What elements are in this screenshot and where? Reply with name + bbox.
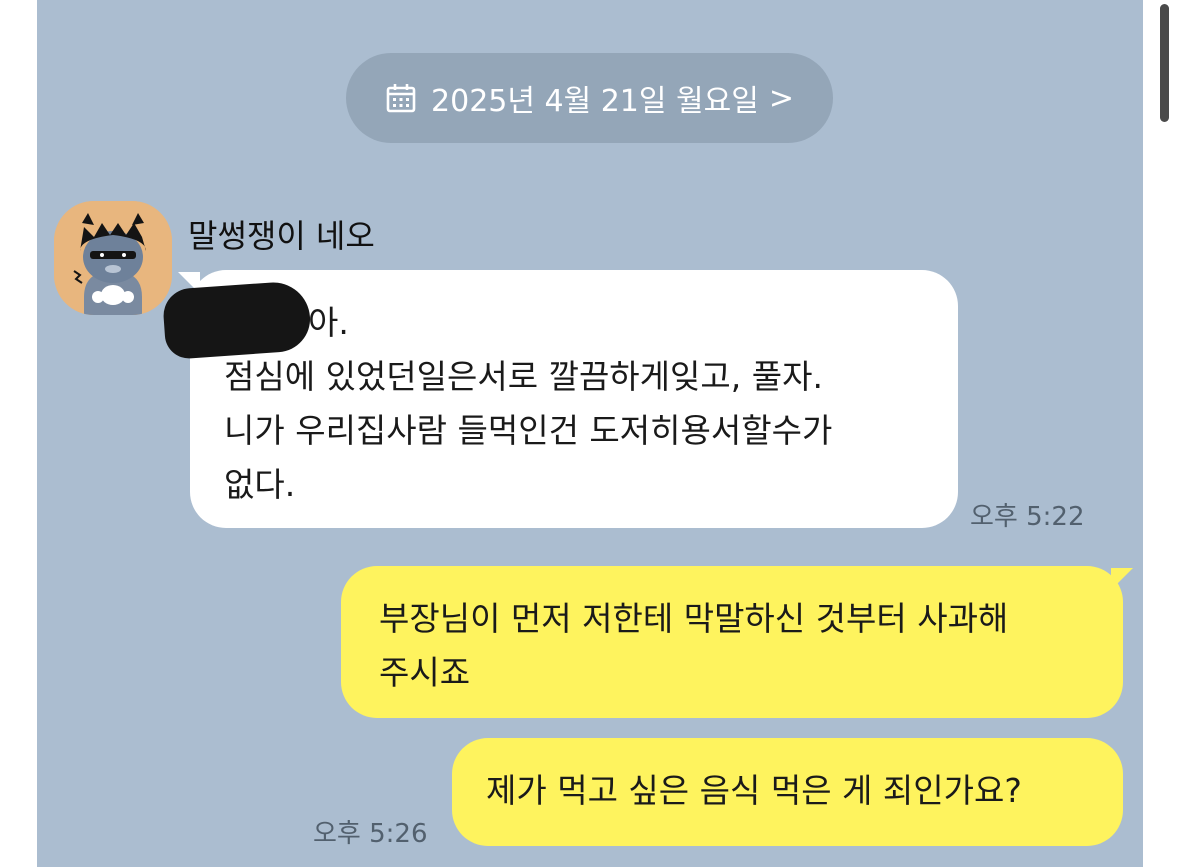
date-divider-button[interactable]: 2025년 4월 21일 월요일 > bbox=[346, 53, 833, 143]
bubble-tail bbox=[1111, 568, 1133, 590]
message-line: 점심에 있었던일은서로 깔끔하게잊고, 풀자. bbox=[224, 357, 823, 396]
scrollbar[interactable] bbox=[1160, 4, 1169, 122]
character-avatar-icon bbox=[54, 201, 172, 315]
message-time: 오후 5:26 bbox=[313, 819, 428, 849]
message-line: 제가 먹고 싶은 음식 먹은 게 죄인가요? bbox=[486, 771, 1022, 810]
outgoing-message-bubble[interactable]: 부장님이 먼저 저한테 막말하신 것부터 사과해 주시죠 bbox=[341, 566, 1133, 718]
outgoing-message-bubble[interactable]: 제가 먹고 싶은 음식 먹은 게 죄인가요? bbox=[452, 738, 1123, 846]
message-time: 오후 5:22 bbox=[970, 502, 1085, 532]
message-line: 아. bbox=[308, 303, 349, 342]
sender-avatar[interactable] bbox=[54, 201, 172, 315]
message-line: 니가 우리집사람 들먹인건 도저히용서할수가 bbox=[224, 411, 833, 450]
sender-name: 말썽쟁이 네오 bbox=[188, 217, 375, 255]
chevron-right-icon: > bbox=[768, 80, 794, 116]
message-line: 부장님이 먼저 저한테 막말하신 것부터 사과해 bbox=[379, 599, 1009, 638]
date-label: 2025년 4월 21일 월요일 bbox=[431, 84, 759, 119]
redaction-mark bbox=[161, 279, 313, 361]
message-line: 주시죠 bbox=[379, 653, 471, 692]
calendar-icon bbox=[386, 84, 416, 113]
message-line: 없다. bbox=[224, 465, 296, 504]
